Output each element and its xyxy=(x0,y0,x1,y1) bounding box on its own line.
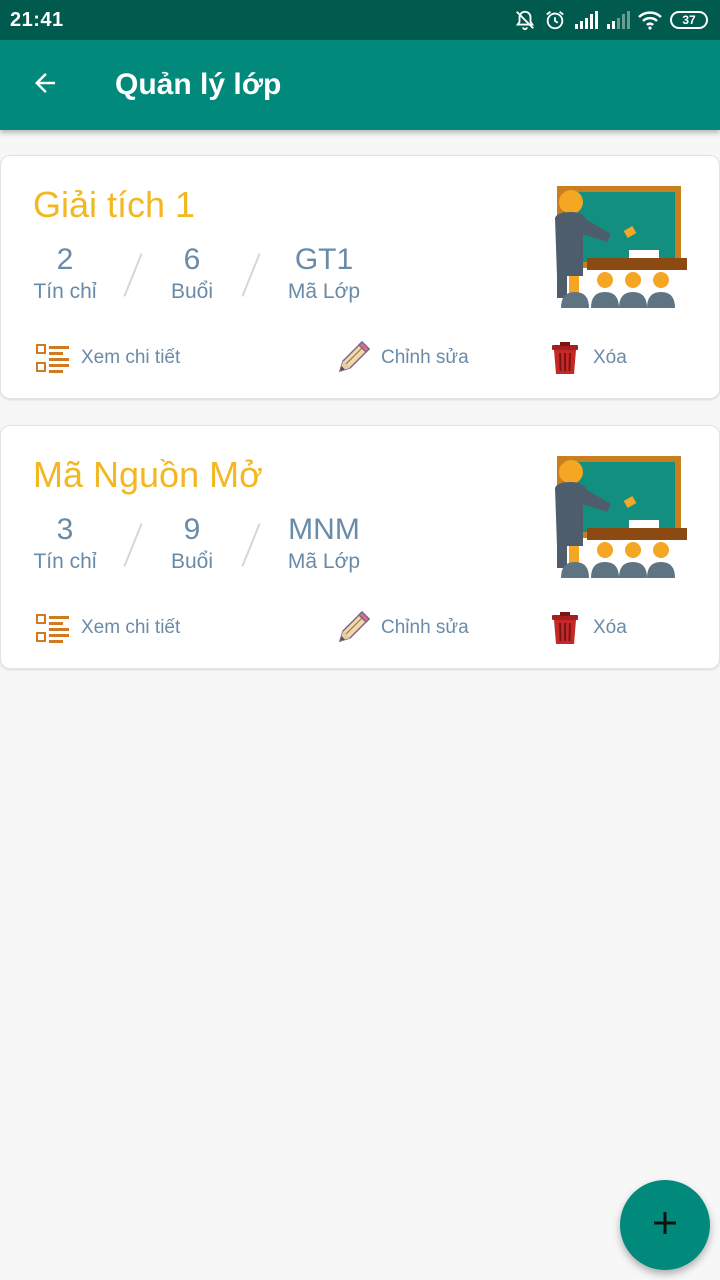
list-icon xyxy=(33,608,73,648)
mute-bell-icon xyxy=(514,9,536,31)
view-detail-button[interactable]: Xem chi tiết xyxy=(33,338,180,378)
alarm-icon xyxy=(544,9,566,31)
credits-value: 3 xyxy=(56,513,74,546)
delete-label: Xóa xyxy=(593,617,627,638)
credits-label: Tín chỉ xyxy=(33,280,97,303)
class-code-value: MNM xyxy=(288,513,360,546)
sessions-value: 6 xyxy=(183,243,201,276)
credits-stat: 2 Tín chỉ xyxy=(29,242,101,304)
status-bar: 21:41 37 xyxy=(0,0,720,40)
divider xyxy=(241,523,261,567)
status-icons: 37 xyxy=(514,9,708,31)
pencil-icon xyxy=(333,338,373,378)
view-detail-label: Xem chi tiết xyxy=(81,617,181,638)
trash-icon xyxy=(545,338,585,378)
edit-button[interactable]: Chỉnh sửa xyxy=(333,608,469,648)
view-detail-label: Xem chi tiết xyxy=(81,347,181,368)
divider xyxy=(123,253,143,297)
back-button[interactable] xyxy=(0,40,90,130)
page-title: Quản lý lớp xyxy=(115,68,282,101)
credits-label: Tín chỉ xyxy=(33,550,97,573)
class-code-stat: GT1 Mã Lớp xyxy=(279,242,369,304)
delete-button[interactable]: Xóa xyxy=(545,608,627,648)
sessions-label: Buổi xyxy=(170,280,214,303)
class-card[interactable]: Giải tích 1 2 Tín chỉ 6 Buổi GT1 Mã Lớp xyxy=(0,155,720,399)
delete-button[interactable]: Xóa xyxy=(545,338,627,378)
class-card[interactable]: Mã Nguồn Mở 3 Tín chỉ 9 Buổi MNM Mã Lớp xyxy=(0,425,720,669)
pencil-icon xyxy=(333,608,373,648)
list-icon xyxy=(33,338,73,378)
arrow-left-icon xyxy=(30,68,60,103)
class-name: Mã Nguồn Mở xyxy=(33,454,263,495)
credits-value: 2 xyxy=(56,243,74,276)
trash-icon xyxy=(545,608,585,648)
divider xyxy=(123,523,143,567)
sessions-value: 9 xyxy=(183,513,201,546)
view-detail-button[interactable]: Xem chi tiết xyxy=(33,608,180,648)
class-code-label: Mã Lớp xyxy=(287,280,361,303)
sessions-stat: 6 Buổi xyxy=(161,242,223,304)
teacher-icon xyxy=(549,184,689,308)
delete-label: Xóa xyxy=(593,347,627,368)
app-bar: Quản lý lớp xyxy=(0,40,720,130)
class-code-stat: MNM Mã Lớp xyxy=(279,512,369,574)
plus-icon xyxy=(652,1210,678,1241)
signal-weak-icon xyxy=(606,10,630,30)
teacher-icon xyxy=(549,454,689,578)
status-time: 21:41 xyxy=(10,8,64,31)
class-name: Giải tích 1 xyxy=(33,184,196,225)
edit-button[interactable]: Chỉnh sửa xyxy=(333,338,469,378)
signal-icon xyxy=(574,10,598,30)
sessions-label: Buổi xyxy=(170,550,214,573)
sessions-stat: 9 Buổi xyxy=(161,512,223,574)
add-class-button[interactable] xyxy=(620,1180,710,1270)
class-code-label: Mã Lớp xyxy=(287,550,361,573)
edit-label: Chỉnh sửa xyxy=(381,347,469,368)
edit-label: Chỉnh sửa xyxy=(381,617,469,638)
battery-icon: 37 xyxy=(670,11,708,29)
class-code-value: GT1 xyxy=(294,243,354,276)
wifi-icon xyxy=(638,10,662,30)
credits-stat: 3 Tín chỉ xyxy=(29,512,101,574)
divider xyxy=(241,253,261,297)
